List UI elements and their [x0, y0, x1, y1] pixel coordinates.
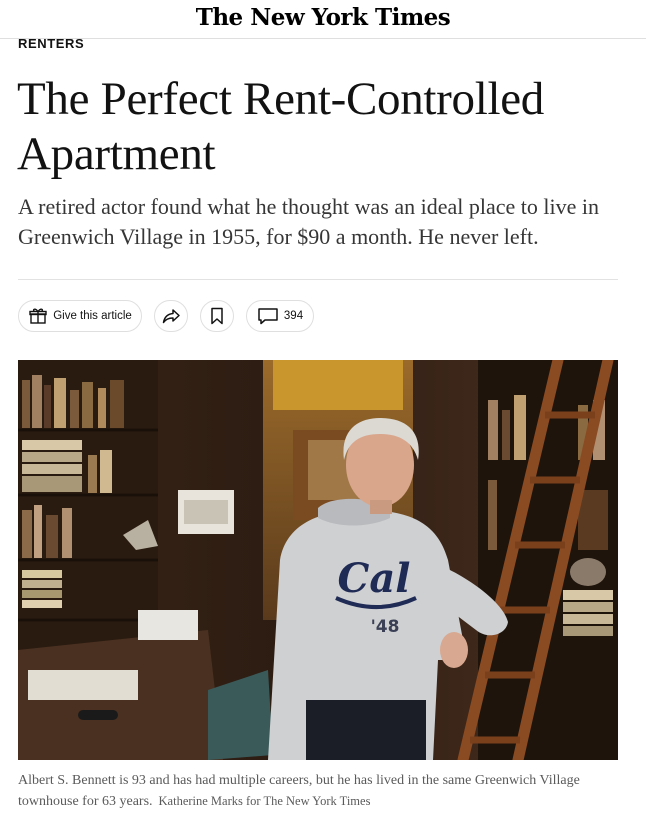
- nyt-logo[interactable]: The New York Times: [0, 4, 646, 31]
- article-headline: The Perfect Rent-Controlled Apartment: [17, 73, 545, 180]
- photo-credit: Katherine Marks for The New York Times: [158, 794, 371, 808]
- comment-count: 394: [283, 310, 304, 322]
- lead-photo-image: Cal '48: [18, 360, 618, 760]
- sweatshirt-year-text: '48: [371, 617, 400, 637]
- article-summary: A retired actor found what he thought wa…: [18, 194, 599, 249]
- divider: [18, 279, 618, 280]
- save-bookmark-button[interactable]: [200, 300, 234, 332]
- gift-article-button[interactable]: Give this article: [18, 300, 142, 332]
- gift-article-label: Give this article: [53, 310, 132, 322]
- share-icon: [161, 306, 181, 326]
- comment-icon: [257, 306, 279, 326]
- bookmark-icon: [207, 306, 227, 326]
- section-kicker[interactable]: RENTERS: [18, 36, 84, 51]
- photo-caption: Albert S. Bennett is 93 and has had mult…: [18, 771, 628, 812]
- lead-photo[interactable]: Cal '48: [18, 360, 618, 760]
- gift-icon: [28, 306, 48, 326]
- comments-button[interactable]: 394: [246, 300, 314, 332]
- sweatshirt-cal-text: Cal: [338, 555, 411, 602]
- masthead: The New York Times: [0, 0, 646, 39]
- share-button[interactable]: [154, 300, 188, 332]
